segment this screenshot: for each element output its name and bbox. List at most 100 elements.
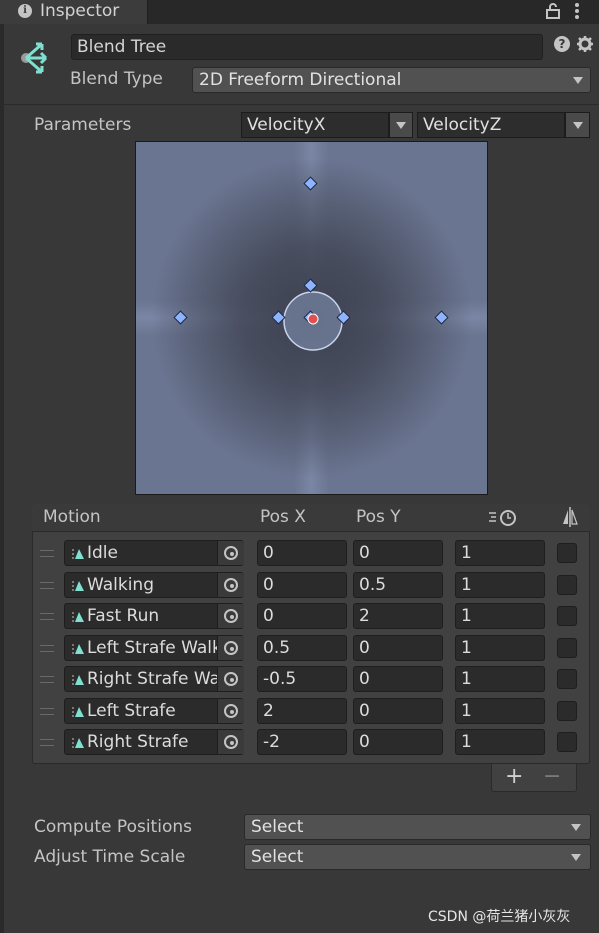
table-row: Fast Run 0 2 1 [32, 603, 590, 631]
mirror-checkbox[interactable] [557, 606, 577, 626]
col-posy-header: Pos Y [356, 507, 401, 527]
time-scale-input[interactable]: 1 [455, 729, 545, 755]
adjust-time-scale-dropdown[interactable]: Select [244, 844, 591, 870]
pos-y-input[interactable]: 0 [353, 540, 443, 566]
table-row: Right Strafe Walk -0.5 0 1 [32, 666, 590, 694]
compute-positions-dropdown[interactable]: Select [244, 814, 591, 840]
object-picker-button[interactable] [217, 541, 244, 565]
pos-y-input[interactable]: 0 [353, 729, 443, 755]
object-picker-button[interactable] [217, 667, 244, 691]
drag-handle-icon[interactable] [40, 739, 54, 746]
target-icon [224, 609, 238, 623]
table-row: Walking 0 0.5 1 [32, 572, 590, 600]
chevron-down-icon [396, 122, 406, 129]
lock-icon[interactable] [544, 2, 562, 20]
more-menu-icon[interactable] [572, 2, 582, 20]
pos-x-input[interactable]: -0.5 [257, 666, 347, 692]
target-icon [224, 578, 238, 592]
mirror-checkbox[interactable] [557, 732, 577, 752]
y-parameter-dropdown-button[interactable] [565, 112, 590, 138]
pos-x-input[interactable]: 2 [257, 698, 347, 724]
pos-x-input[interactable]: 0.5 [257, 635, 347, 661]
time-scale-input[interactable]: 1 [455, 572, 545, 598]
blend-space-canvas [173, 176, 449, 351]
chevron-down-icon [571, 854, 581, 861]
help-icon[interactable]: ? [554, 36, 570, 52]
motion-field[interactable]: Left Strafe Walk [64, 635, 244, 661]
target-icon [224, 672, 238, 686]
object-picker-button[interactable] [217, 730, 244, 754]
pos-y-input[interactable]: 0 [353, 698, 443, 724]
time-scale-input[interactable]: 1 [455, 603, 545, 629]
current-blend-point[interactable] [307, 313, 319, 325]
target-icon [224, 641, 238, 655]
motion-field[interactable]: Walking [64, 572, 244, 598]
drag-handle-icon[interactable] [40, 708, 54, 715]
chevron-down-icon [573, 122, 583, 129]
add-motion-button[interactable]: + [505, 764, 523, 789]
drag-handle-icon[interactable] [40, 613, 54, 620]
motion-node[interactable] [303, 176, 318, 191]
drag-handle-icon[interactable] [40, 676, 54, 683]
time-scale-input[interactable]: 1 [455, 698, 545, 724]
animation-clip-icon [72, 612, 84, 622]
motion-node[interactable] [303, 278, 318, 293]
motion-node[interactable] [271, 310, 286, 325]
mirror-checkbox[interactable] [557, 701, 577, 721]
info-icon: i [18, 4, 32, 18]
chevron-down-icon [571, 824, 581, 831]
pos-y-input[interactable]: 2 [353, 603, 443, 629]
drag-handle-icon[interactable] [40, 550, 54, 557]
object-picker-button[interactable] [217, 573, 244, 597]
tab-inspector[interactable]: i Inspector [0, 0, 148, 24]
table-row: Idle 0 0 1 [32, 540, 590, 568]
object-picker-button[interactable] [217, 636, 244, 660]
drag-handle-icon[interactable] [40, 582, 54, 589]
blend-type-dropdown[interactable]: 2D Freeform Directional [192, 67, 591, 93]
mirror-checkbox[interactable] [557, 543, 577, 563]
parameters-label: Parameters [34, 115, 132, 135]
drag-handle-icon[interactable] [40, 645, 54, 652]
motion-field[interactable]: Right Strafe [64, 729, 244, 755]
object-picker-button[interactable] [217, 604, 244, 628]
y-parameter-field[interactable]: VelocityZ [417, 112, 565, 138]
pos-y-input[interactable]: 0 [353, 635, 443, 661]
mirror-checkbox[interactable] [557, 638, 577, 658]
pos-x-input[interactable]: 0 [257, 572, 347, 598]
animation-clip-icon [72, 644, 84, 654]
motion-field[interactable]: Left Strafe [64, 698, 244, 724]
adjust-time-scale-label: Adjust Time Scale [34, 847, 186, 867]
blend-space-graph[interactable] [135, 141, 488, 495]
target-icon [224, 735, 238, 749]
motion-field[interactable]: Fast Run [64, 603, 244, 629]
pos-x-input[interactable]: 0 [257, 540, 347, 566]
time-scale-input[interactable]: 1 [455, 540, 545, 566]
pos-x-input[interactable]: 0 [257, 603, 347, 629]
pos-y-input[interactable]: 0 [353, 666, 443, 692]
name-input[interactable]: Blend Tree [71, 34, 543, 60]
x-parameter-dropdown-button[interactable] [389, 112, 413, 138]
object-picker-button[interactable] [217, 699, 244, 723]
table-row: Left Strafe Walk 0.5 0 1 [32, 635, 590, 663]
animation-clip-icon [72, 707, 84, 717]
motion-node[interactable] [434, 310, 449, 325]
pos-y-input[interactable]: 0.5 [353, 572, 443, 598]
motion-field[interactable]: Idle [64, 540, 244, 566]
pos-x-input[interactable]: -2 [257, 729, 347, 755]
watermark: CSDN @荷兰猪小灰灰 [428, 909, 571, 925]
motion-name: Left Strafe Walk [87, 638, 217, 658]
motion-node[interactable] [173, 310, 188, 325]
time-scale-input[interactable]: 1 [455, 635, 545, 661]
remove-motion-button[interactable]: − [543, 764, 561, 789]
compute-positions-value: Select [251, 817, 304, 837]
mirror-checkbox[interactable] [557, 669, 577, 689]
mirror-checkbox[interactable] [557, 575, 577, 595]
motion-field[interactable]: Right Strafe Walk [64, 666, 244, 692]
tab-label: Inspector [40, 1, 120, 21]
x-parameter-field[interactable]: VelocityX [241, 112, 389, 138]
divider [4, 104, 599, 105]
gear-icon[interactable] [576, 35, 594, 53]
compute-positions-label: Compute Positions [34, 817, 192, 837]
time-scale-input[interactable]: 1 [455, 666, 545, 692]
mirror-icon [563, 507, 578, 527]
